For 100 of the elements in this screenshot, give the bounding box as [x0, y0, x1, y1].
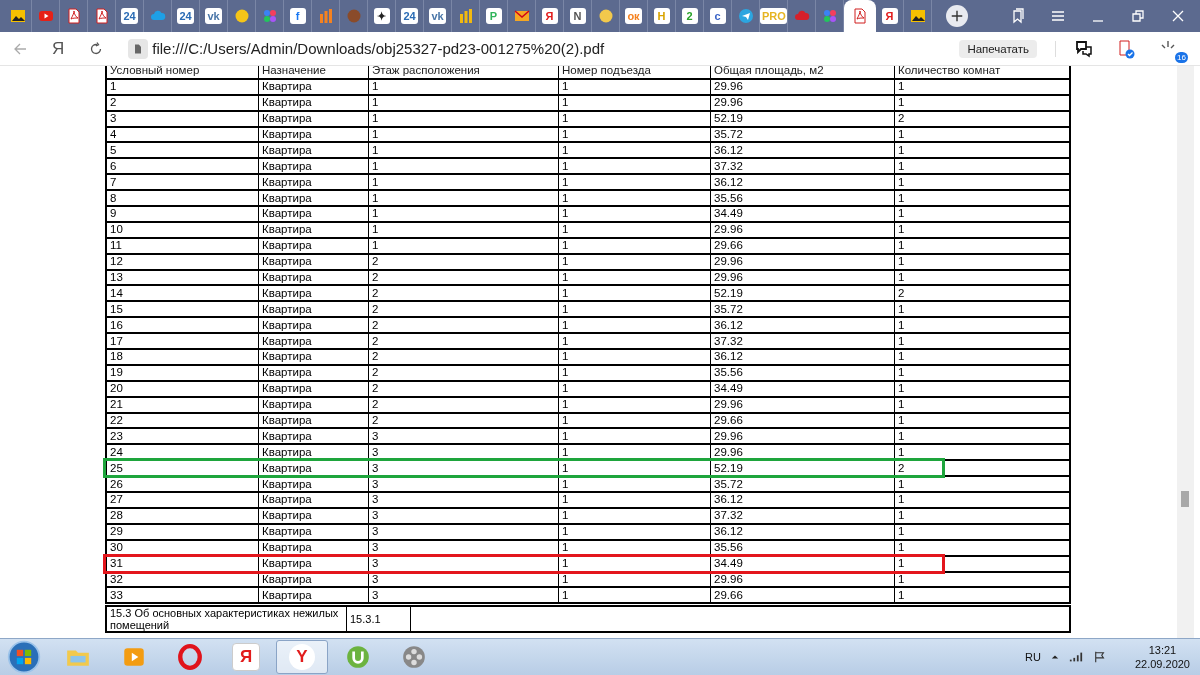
caret-icon[interactable]: [1050, 653, 1059, 661]
table-cell: 19: [106, 364, 259, 381]
table-cell: 1: [894, 349, 1070, 365]
url-field[interactable]: file:///C:/Users/Admin/Downloads/obj25327-pd23-001275%20(2).pdf: [152, 40, 605, 57]
table-cell: Квартира: [258, 523, 369, 540]
table-cell: 13: [106, 269, 259, 286]
site-icon: vk: [429, 8, 446, 24]
menu-icon[interactable]: [1050, 8, 1066, 24]
table-cell: Квартира: [258, 492, 369, 508]
table-cell: 1: [558, 587, 711, 604]
table-cell: Квартира: [258, 571, 369, 588]
column-header: Условный номер: [106, 66, 259, 79]
dots-icon: [821, 8, 838, 24]
table-cell: 3: [368, 492, 559, 508]
table-cell: 36.12: [710, 349, 895, 365]
table-cell: Квартира: [258, 158, 369, 175]
table-cell: Квартира: [258, 317, 369, 334]
table-cell: 1: [368, 206, 559, 222]
table-cell: 9: [106, 206, 259, 222]
table-cell: 34.49: [710, 380, 895, 397]
table-cell: Квартира: [258, 476, 369, 493]
table-cell: 1: [368, 158, 559, 175]
table-cell: Квартира: [258, 349, 369, 365]
table-cell: 2: [368, 253, 559, 270]
table-cell: 1: [894, 492, 1070, 508]
document-check-icon[interactable]: [1116, 38, 1136, 59]
table-cell: 1: [558, 507, 711, 524]
clock-date[interactable]: 22.09.2020: [1134, 657, 1190, 671]
table-cell: 2: [368, 301, 559, 318]
signal-icon[interactable]: [1068, 651, 1083, 663]
site-icon: P: [485, 8, 502, 24]
torrent-icon: [345, 644, 371, 670]
taskbar-app[interactable]: Y: [276, 640, 328, 674]
table-cell: 2: [368, 380, 559, 397]
table-cell: 29.66: [710, 412, 895, 429]
table-cell: 3: [368, 571, 559, 588]
scrollbar[interactable]: [1177, 66, 1194, 638]
table-cell: 21: [106, 396, 259, 413]
table-cell: 1: [558, 221, 711, 238]
table-cell: 1: [558, 428, 711, 445]
table-cell: 1: [558, 380, 711, 397]
language-indicator[interactable]: RU: [1025, 651, 1041, 663]
table-cell: Квартира: [258, 269, 369, 286]
restore-icon[interactable]: [1130, 8, 1146, 24]
yandex-logo[interactable]: Я: [52, 38, 65, 59]
table-cell: 11: [106, 237, 259, 254]
table-cell: Квартира: [258, 587, 369, 604]
table-cell: Квартира: [258, 174, 369, 191]
app-logo: Я: [232, 643, 260, 671]
ring-icon: [177, 644, 203, 670]
table-cell: 1: [558, 253, 711, 270]
table-cell: 2: [368, 317, 559, 334]
image-icon: [909, 8, 926, 24]
table-cell: 2: [368, 285, 559, 302]
scroll-thumb[interactable]: [1181, 491, 1189, 507]
taskbar-app[interactable]: Я: [220, 640, 272, 674]
table-cell: 1: [558, 364, 711, 381]
table-cell: Квартира: [258, 78, 369, 95]
table-cell: Квартира: [258, 428, 369, 445]
site-icon: H: [653, 8, 670, 24]
table-cell: 18: [106, 349, 259, 365]
table-cell: 22: [106, 412, 259, 429]
browser-tab[interactable]: [844, 0, 876, 32]
table-cell: 1: [558, 476, 711, 493]
table-cell: 29.96: [710, 221, 895, 238]
table-cell: 10: [106, 221, 259, 238]
table-cell: 36.12: [710, 142, 895, 159]
bookmarks-icon[interactable]: [1010, 8, 1026, 24]
table-cell: 35.72: [710, 301, 895, 318]
translate-icon[interactable]: [1074, 38, 1094, 59]
table-cell: Квартира: [258, 412, 369, 429]
flag-icon[interactable]: [1092, 651, 1107, 663]
table-cell: 17: [106, 333, 259, 350]
site-icon: Я: [881, 8, 898, 24]
table-cell: 29: [106, 523, 259, 540]
site-icon: f: [289, 8, 306, 24]
site-icon: Я: [541, 8, 558, 24]
print-button[interactable]: Напечатать: [959, 39, 1037, 58]
table-cell: 1: [558, 94, 711, 111]
table-cell: 2: [368, 333, 559, 350]
table-cell: 8: [106, 190, 259, 206]
clock-time[interactable]: 13:21: [1148, 643, 1177, 657]
table-cell: 3: [368, 523, 559, 540]
table-cell: 1: [558, 396, 711, 413]
table-cell: 14: [106, 285, 259, 302]
table-cell: 28: [106, 507, 259, 524]
table-cell: 33: [106, 587, 259, 604]
table-cell: 29.66: [710, 587, 895, 604]
table-cell: 1: [558, 523, 711, 540]
table-cell: 35.72: [710, 476, 895, 493]
new-tab-button[interactable]: [946, 5, 968, 27]
close-icon[interactable]: [1170, 8, 1186, 24]
table-cell: 12: [106, 253, 259, 270]
site-icon: 2: [681, 8, 698, 24]
table-cell: 1: [368, 126, 559, 143]
table-cell: 37.32: [710, 158, 895, 175]
table-cell: 52.19: [710, 110, 895, 127]
table-cell: 3: [106, 110, 259, 127]
table-cell: 52.19: [710, 285, 895, 302]
table-cell: 29.66: [710, 237, 895, 254]
